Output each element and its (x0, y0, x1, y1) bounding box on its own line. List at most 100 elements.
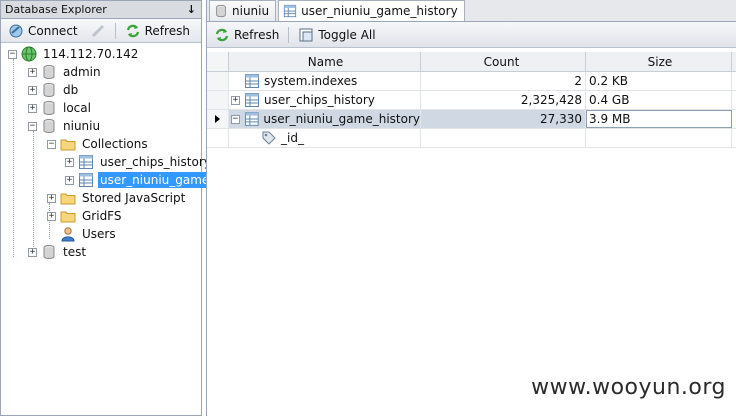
collapse-icon[interactable]: − (47, 139, 56, 149)
table-row[interactable]: system.indexes 2 0.2 KB (207, 72, 736, 91)
connect-button[interactable]: Connect (5, 22, 81, 40)
server-globe-icon (21, 46, 37, 62)
disconnect-button[interactable] (87, 22, 109, 40)
pin-icon[interactable]: ↓ (187, 3, 196, 16)
count-cell (421, 129, 586, 147)
size-cell[interactable]: 3.9 MB (586, 110, 732, 128)
database-label: local (63, 101, 91, 115)
expand-icon[interactable]: + (28, 85, 37, 95)
tree-node-database[interactable]: + admin (28, 63, 103, 81)
tree-node-gridfs[interactable]: + GridFS (47, 207, 124, 225)
expand-icon[interactable]: + (65, 175, 74, 185)
name-cell[interactable]: system.indexes (229, 72, 421, 90)
panel-title: Database Explorer (5, 3, 107, 16)
collapse-icon[interactable]: − (8, 49, 17, 59)
tab-strip: niuniu user_niuniu_game_history (207, 0, 736, 22)
folder-icon (60, 211, 76, 223)
collections-label: Collections (82, 137, 148, 151)
count-cell[interactable]: 2,325,428 (421, 91, 586, 109)
count-cell[interactable]: 27,330 (421, 110, 586, 128)
table-icon (283, 4, 297, 18)
expand-icon[interactable]: + (28, 67, 37, 77)
explorer-toolbar: Connect Refresh (1, 19, 201, 43)
size-cell[interactable]: 0.4 GB (586, 91, 732, 109)
toggle-all-label: Toggle All (318, 27, 376, 42)
user-icon (61, 227, 75, 242)
collapse-icon[interactable]: − (28, 121, 37, 131)
expand-icon[interactable]: + (47, 193, 56, 203)
index-name-cell[interactable]: _id_ (229, 129, 421, 147)
current-row-arrow-icon (214, 115, 220, 123)
gridfs-label: GridFS (82, 209, 122, 223)
document-panel: niuniu user_niuniu_game_history Refresh … (206, 0, 736, 416)
database-icon (216, 4, 226, 18)
tree-node-collections[interactable]: − Collections (47, 135, 150, 153)
tree-node-database[interactable]: + db (28, 81, 80, 99)
grid-refresh-button[interactable]: Refresh (211, 26, 282, 44)
index-name-text: _id_ (281, 131, 304, 145)
row-indicator (207, 129, 229, 147)
column-header-name[interactable]: Name (229, 52, 421, 71)
table-row-selected[interactable]: − user_niuniu_game_history 27,330 3.9 MB (207, 110, 736, 129)
toggle-all-icon (299, 28, 313, 41)
database-label: admin (63, 65, 101, 79)
tab-label: niuniu (232, 4, 270, 18)
tree-node-collection[interactable]: + user_niuniu_game_ (65, 171, 218, 189)
table-row[interactable]: + user_chips_history 2,325,428 0.4 GB (207, 91, 736, 110)
server-label: 114.112.70.142 (43, 47, 139, 61)
row-indicator (207, 91, 229, 109)
table-icon (79, 155, 93, 169)
refresh-icon (215, 28, 229, 41)
row-indicator (207, 110, 229, 128)
toggle-all-button[interactable]: Toggle All (295, 26, 378, 44)
folder-icon (60, 193, 76, 205)
tab-label: user_niuniu_game_history (301, 4, 458, 18)
database-icon (43, 101, 55, 115)
stored-javascript-label: Stored JavaScript (82, 191, 186, 205)
size-cell (586, 129, 732, 147)
collection-label: user_chips_history (100, 155, 211, 169)
expand-icon[interactable]: + (47, 211, 56, 221)
expand-icon[interactable]: + (28, 103, 37, 113)
table-icon (79, 173, 93, 187)
explorer-tree: − 114.112.70.142 + admin + db + local − … (1, 43, 218, 259)
index-row[interactable]: _id_ (207, 129, 736, 148)
name-text: user_niuniu_game_history (263, 112, 420, 126)
table-icon (245, 93, 259, 107)
column-header-count[interactable]: Count (421, 52, 586, 71)
expand-icon[interactable]: + (65, 157, 74, 167)
tab-user-niuniu-game-history[interactable]: user_niuniu_game_history (278, 0, 465, 21)
name-cell[interactable]: + user_chips_history (229, 91, 421, 109)
tree-node-collection[interactable]: + user_chips_history (65, 153, 213, 171)
watermark: www.wooyun.org (531, 375, 726, 400)
folder-icon (60, 139, 76, 151)
grid-header-row: Name Count Size (207, 52, 736, 72)
tab-niuniu[interactable]: niuniu (209, 0, 277, 21)
count-cell[interactable]: 2 (421, 72, 586, 90)
name-cell[interactable]: − user_niuniu_game_history (229, 110, 421, 128)
tree-node-users[interactable]: Users (60, 225, 118, 243)
refresh-icon (126, 24, 139, 37)
index-tag-icon (262, 131, 276, 145)
collapse-icon[interactable]: − (231, 114, 240, 124)
explorer-refresh-label: Refresh (144, 23, 190, 38)
database-icon (43, 65, 55, 79)
database-label: niuniu (63, 119, 101, 133)
database-icon (43, 245, 55, 259)
column-header-size[interactable]: Size (586, 52, 732, 71)
tree-connector (13, 59, 14, 257)
tree-node-server[interactable]: − 114.112.70.142 (8, 45, 140, 63)
tree-node-database[interactable]: + test (28, 243, 88, 261)
database-label: db (63, 83, 79, 97)
tree-node-database[interactable]: − niuniu (28, 117, 102, 135)
tree-node-stored-javascript[interactable]: + Stored JavaScript (47, 189, 187, 207)
size-cell[interactable]: 0.2 KB (586, 72, 732, 90)
tree-node-database[interactable]: + local (28, 99, 93, 117)
explorer-refresh-button[interactable]: Refresh (122, 22, 193, 40)
database-label: test (63, 245, 87, 259)
grid-toolbar: Refresh Toggle All (207, 22, 736, 48)
expand-icon[interactable]: + (231, 95, 240, 105)
connect-icon (9, 24, 23, 37)
toolbar-separator (114, 22, 116, 39)
expand-icon[interactable]: + (28, 247, 37, 257)
